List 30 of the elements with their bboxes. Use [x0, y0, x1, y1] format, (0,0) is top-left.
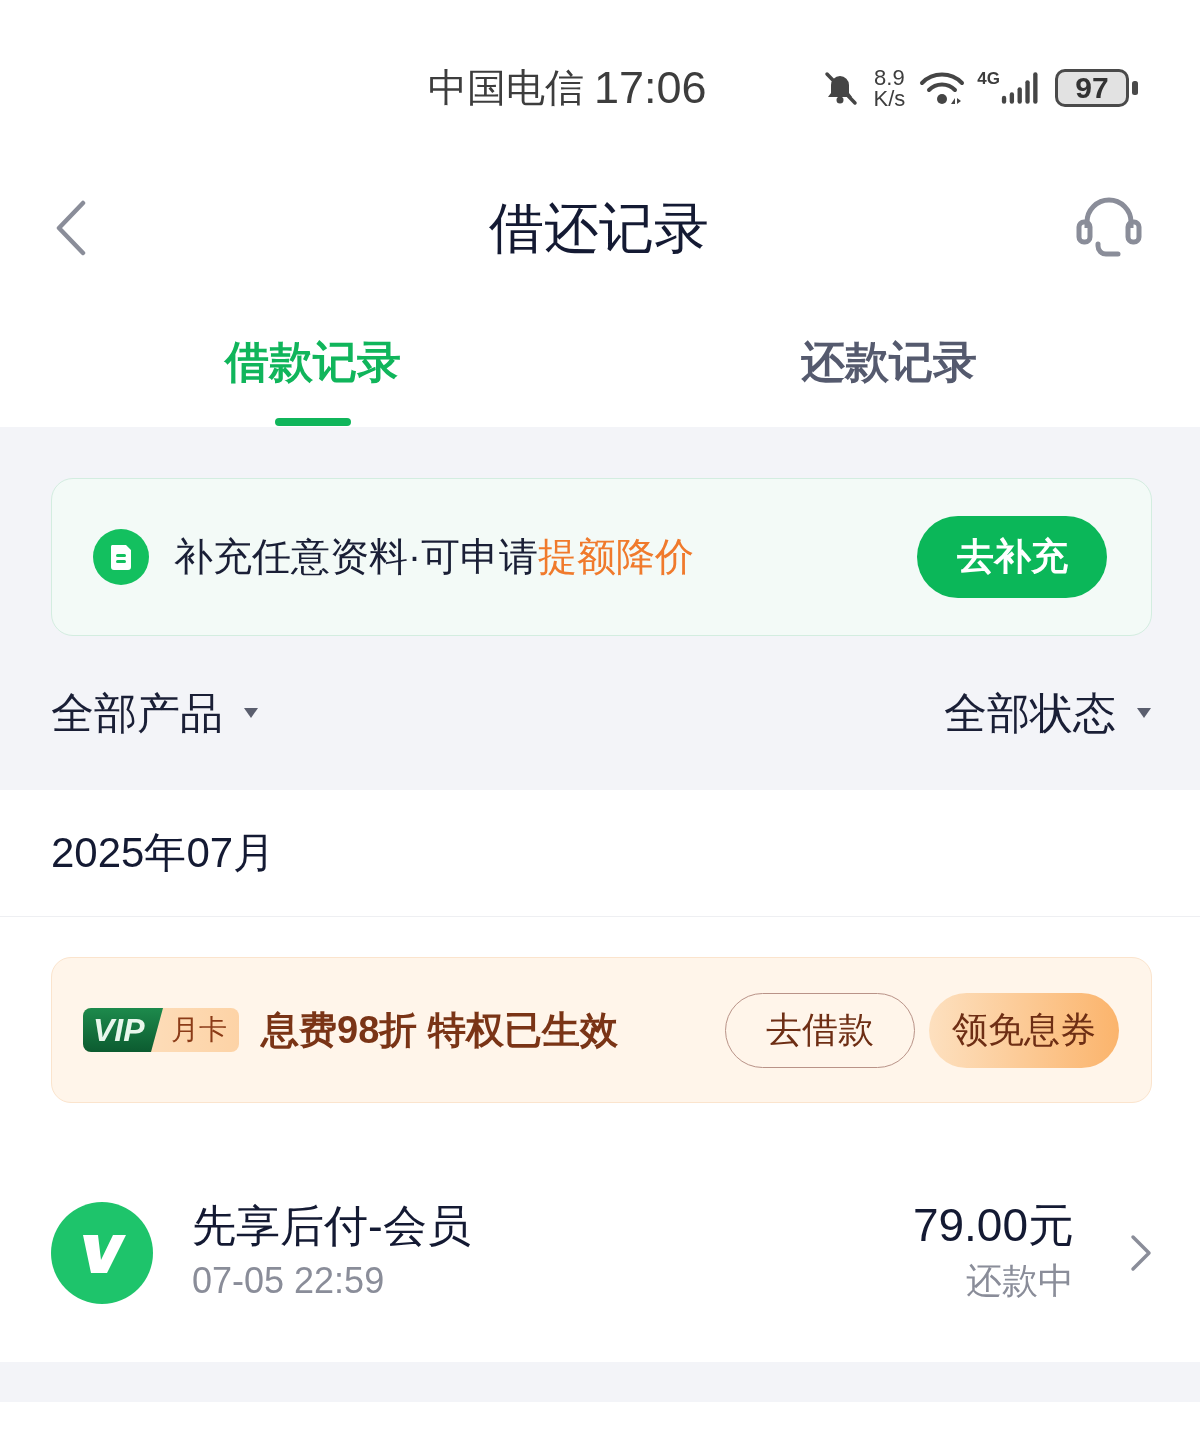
vip-action-button[interactable]: 领免息券 — [929, 992, 1119, 1068]
wifi-icon — [919, 70, 966, 106]
back-icon[interactable] — [55, 200, 87, 256]
record-time: 07-05 22:59 — [192, 1258, 385, 1303]
month-heading: 2025年07月 — [51, 828, 276, 878]
page-title: 借还记录 — [488, 196, 709, 260]
network-type: 4G — [977, 70, 1000, 88]
caret-icon — [243, 707, 259, 719]
card-type-label: 月卡 — [170, 1013, 228, 1047]
chevron-right-icon — [1130, 1233, 1152, 1272]
filter-dropdown[interactable]: 全部状态 — [944, 687, 1152, 739]
record-amount: 79.00元 — [912, 1197, 1074, 1253]
network-speed-unit: K/s — [873, 88, 906, 109]
signal-icon — [1001, 70, 1041, 106]
record-title: 先享后付-会员 — [192, 1199, 471, 1252]
caret-icon — [1136, 707, 1152, 719]
network-speed-value: 8.9 — [874, 67, 905, 88]
app-logo-icon — [51, 1201, 153, 1304]
record-status: 还款中 — [966, 1258, 1074, 1303]
carrier-name: 中国电信 — [428, 65, 584, 111]
vip-tag: VIP — [83, 1008, 163, 1052]
battery-indicator: 97 — [1055, 69, 1129, 107]
filter-dropdown[interactable]: 全部产品 — [51, 687, 259, 739]
battery-terminal-icon — [1132, 81, 1138, 95]
headset-icon[interactable] — [1076, 196, 1142, 260]
document-icon — [93, 529, 149, 585]
clock-time: 17:06 — [594, 64, 707, 112]
promo-text: 补充任意资料·可申请提额降价 — [174, 534, 694, 580]
tab[interactable]: 还款记录 — [601, 280, 1177, 427]
vip-benefit-text: 息费98折 特权已生效 — [261, 1008, 618, 1053]
